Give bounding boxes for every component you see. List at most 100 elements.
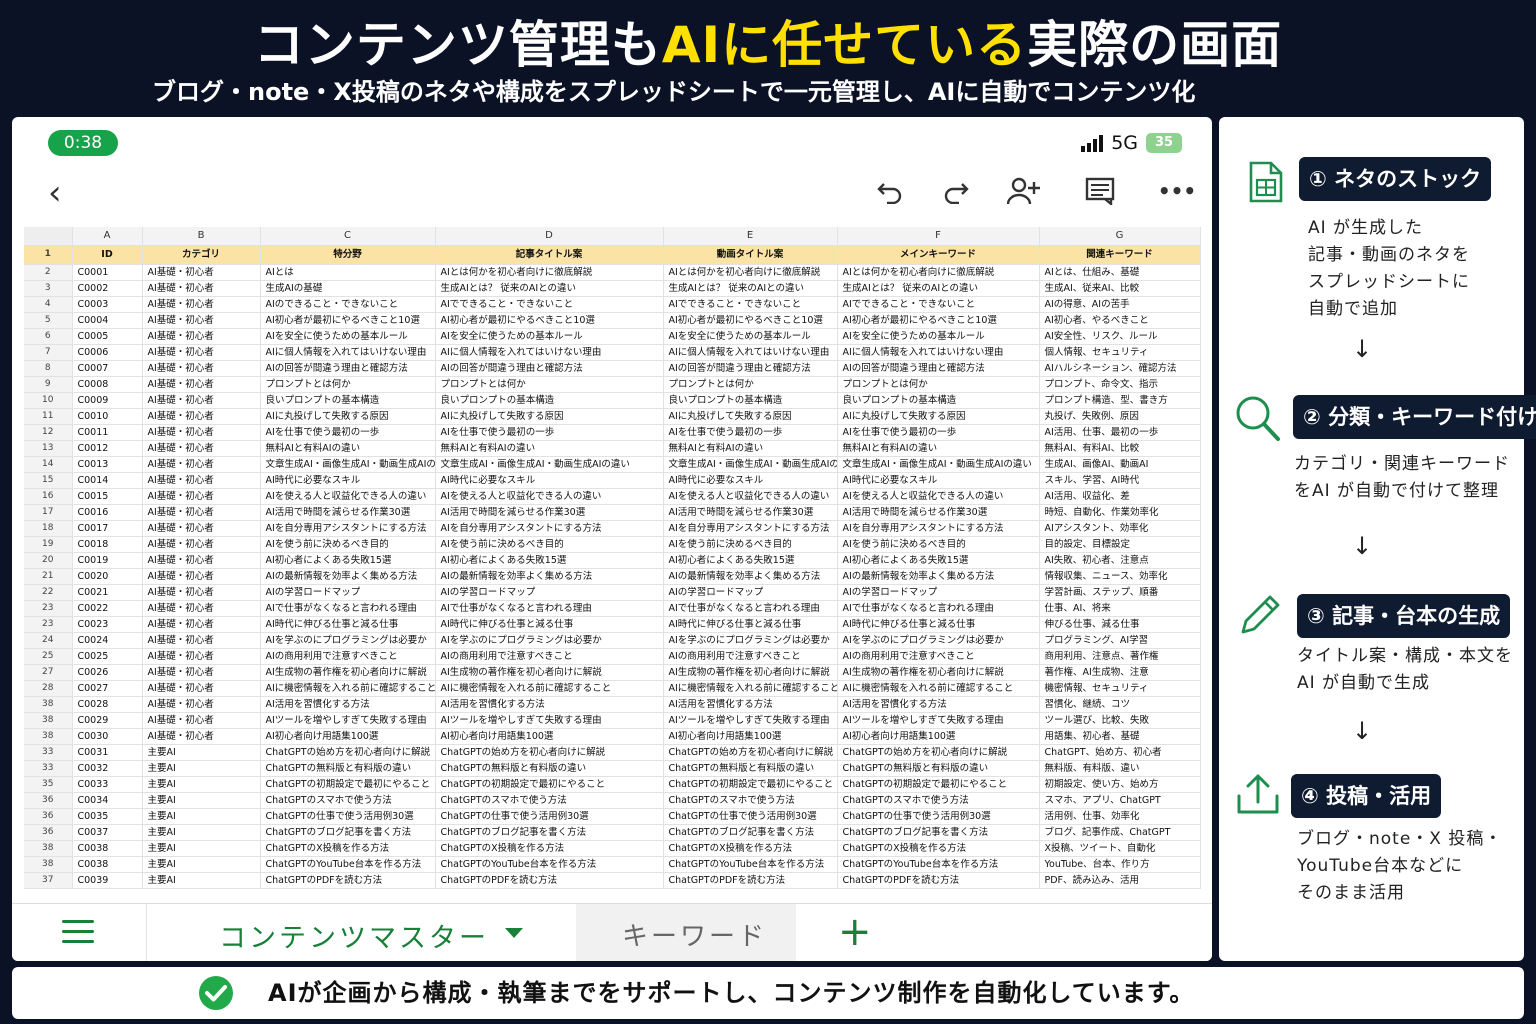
header-cell[interactable]: 関連キーワード xyxy=(1039,245,1201,265)
cell-rel[interactable]: 学習計画、ステップ、順番 xyxy=(1039,584,1201,601)
cell-vid[interactable]: ChatGPTの始め方を初心者向けに解説 xyxy=(663,744,838,761)
cell-main[interactable]: AIの商用利用で注意すべきこと xyxy=(837,648,1040,665)
col-letter[interactable]: E xyxy=(663,227,838,246)
row-number[interactable]: 4 xyxy=(24,296,73,313)
cell-rel[interactable]: AI活用、仕事、最初の一歩 xyxy=(1039,424,1201,441)
cell-vid[interactable]: AIを安全に使うための基本ルール xyxy=(663,328,838,345)
cell-rel[interactable]: AI安全性、リスク、ルール xyxy=(1039,328,1201,345)
cell-art[interactable]: ChatGPTの初期設定で最初にやること xyxy=(435,776,664,793)
cell-tok[interactable]: AI生成物の著作権を初心者向けに解説 xyxy=(260,664,436,681)
cell-art[interactable]: AIに機密情報を入れる前に確認すること xyxy=(435,680,664,697)
row-number[interactable]: 5 xyxy=(24,312,73,329)
cell-art[interactable]: ChatGPTのPDFを読む方法 xyxy=(435,872,664,889)
cell-main[interactable]: AIに機密情報を入れる前に確認すること xyxy=(837,680,1040,697)
cell-tok[interactable]: AIで仕事がなくなると言われる理由 xyxy=(260,600,436,617)
header-cell[interactable]: ID xyxy=(72,245,143,265)
cell-vid[interactable]: ChatGPTのスマホで使う方法 xyxy=(663,792,838,809)
cell-tok[interactable]: AI初心者によくある失敗15選 xyxy=(260,552,436,569)
row-number[interactable]: 35 xyxy=(24,776,73,793)
cell-rel[interactable]: YouTube、台本、作り方 xyxy=(1039,856,1201,873)
cell-cat[interactable]: 主要AI xyxy=(142,760,261,777)
cell-rel[interactable]: 機密情報、セキュリティ xyxy=(1039,680,1201,697)
cell-cat[interactable]: AI基礎・初心者 xyxy=(142,568,261,585)
cell-main[interactable]: プロンプトとは何か xyxy=(837,376,1040,393)
cell-tok[interactable]: 無料AIと有料AIの違い xyxy=(260,440,436,457)
cell-rel[interactable]: 無料版、有料版、違い xyxy=(1039,760,1201,777)
cell-vid[interactable]: AIの回答が間違う理由と確認方法 xyxy=(663,360,838,377)
cell-id[interactable]: C0025 xyxy=(72,648,143,665)
col-letter[interactable]: F xyxy=(837,227,1040,246)
cell-tok[interactable]: AI初心者向け用語集100選 xyxy=(260,728,436,745)
cell-rel[interactable]: 目的設定、目標設定 xyxy=(1039,536,1201,553)
cell-rel[interactable]: PDF、読み込み、活用 xyxy=(1039,872,1201,889)
cell-tok[interactable]: AIの商用利用で注意すべきこと xyxy=(260,648,436,665)
cell-main[interactable]: 無料AIと有料AIの違い xyxy=(837,440,1040,457)
cell-art[interactable]: AIを仕事で使う最初の一歩 xyxy=(435,424,664,441)
cell-art[interactable]: ChatGPTの始め方を初心者向けに解説 xyxy=(435,744,664,761)
cell-vid[interactable]: AIの学習ロードマップ xyxy=(663,584,838,601)
cell-vid[interactable]: ChatGPTの無料版と有料版の違い xyxy=(663,760,838,777)
row-number[interactable]: 38 xyxy=(24,840,73,857)
cell-tok[interactable]: ChatGPTの仕事で使う活用例30選 xyxy=(260,808,436,825)
cell-cat[interactable]: 主要AI xyxy=(142,744,261,761)
back-button[interactable]: ‹ xyxy=(48,173,62,213)
cell-id[interactable]: C0015 xyxy=(72,488,143,505)
row-number[interactable]: 24 xyxy=(24,632,73,649)
cell-cat[interactable]: AI基礎・初心者 xyxy=(142,504,261,521)
cell-rel[interactable]: 情報収集、ニュース、効率化 xyxy=(1039,568,1201,585)
cell-id[interactable]: C0007 xyxy=(72,360,143,377)
cell-tok[interactable]: 良いプロンプトの基本構造 xyxy=(260,392,436,409)
cell-rel[interactable]: ツール選び、比較、失敗 xyxy=(1039,712,1201,729)
row-number[interactable]: 23 xyxy=(24,616,73,633)
cell-cat[interactable]: AI基礎・初心者 xyxy=(142,456,261,473)
cell-tok[interactable]: AIを安全に使うための基本ルール xyxy=(260,328,436,345)
cell-id[interactable]: C0010 xyxy=(72,408,143,425)
row-number[interactable]: 8 xyxy=(24,360,73,377)
row-number[interactable]: 12 xyxy=(24,424,73,441)
cell-vid[interactable]: AI時代に必要なスキル xyxy=(663,472,838,489)
cell-cat[interactable]: AI基礎・初心者 xyxy=(142,312,261,329)
row-number[interactable]: 38 xyxy=(24,856,73,873)
cell-cat[interactable]: 主要AI xyxy=(142,808,261,825)
cell-cat[interactable]: AI基礎・初心者 xyxy=(142,648,261,665)
col-letter[interactable]: D xyxy=(435,227,664,246)
cell-id[interactable]: C0020 xyxy=(72,568,143,585)
cell-art[interactable]: AIを自分専用アシスタントにする方法 xyxy=(435,520,664,537)
cell-vid[interactable]: 文章生成AI・画像生成AI・動画生成AIの違い xyxy=(663,456,838,473)
cell-art[interactable]: AIを学ぶのにプログラミングは必要か xyxy=(435,632,664,649)
cell-id[interactable]: C0011 xyxy=(72,424,143,441)
cell-art[interactable]: AIツールを増やしすぎて失敗する理由 xyxy=(435,712,664,729)
cell-vid[interactable]: AI初心者が最初にやるべきこと10選 xyxy=(663,312,838,329)
row-number[interactable]: 38 xyxy=(24,696,73,713)
row-number[interactable]: 21 xyxy=(24,568,73,585)
cell-art[interactable]: 文章生成AI・画像生成AI・動画生成AIの違い xyxy=(435,456,664,473)
cell-cat[interactable]: 主要AI xyxy=(142,872,261,889)
cell-tok[interactable]: AIを仕事で使う最初の一歩 xyxy=(260,424,436,441)
cell-vid[interactable]: AIで仕事がなくなると言われる理由 xyxy=(663,600,838,617)
cell-main[interactable]: AIを安全に使うための基本ルール xyxy=(837,328,1040,345)
redo-icon[interactable] xyxy=(936,171,976,211)
cell-cat[interactable]: 主要AI xyxy=(142,840,261,857)
cell-id[interactable]: C0031 xyxy=(72,744,143,761)
cell-cat[interactable]: AI基礎・初心者 xyxy=(142,360,261,377)
cell-rel[interactable]: 習慣化、継続、コツ xyxy=(1039,696,1201,713)
cell-id[interactable]: C0027 xyxy=(72,680,143,697)
cell-art[interactable]: AIの学習ロードマップ xyxy=(435,584,664,601)
cell-vid[interactable]: 良いプロンプトの基本構造 xyxy=(663,392,838,409)
undo-icon[interactable] xyxy=(870,171,910,211)
row-number[interactable]: 22 xyxy=(24,584,73,601)
cell-art[interactable]: 良いプロンプトの基本構造 xyxy=(435,392,664,409)
header-cell[interactable]: 動画タイトル案 xyxy=(663,245,838,265)
cell-main[interactable]: AIでできること・できないこと xyxy=(837,296,1040,313)
cell-tok[interactable]: AIツールを増やしすぎて失敗する理由 xyxy=(260,712,436,729)
cell-main[interactable]: ChatGPTの始め方を初心者向けに解説 xyxy=(837,744,1040,761)
cell-cat[interactable]: AI基礎・初心者 xyxy=(142,264,261,281)
cell-id[interactable]: C0004 xyxy=(72,312,143,329)
cell-tok[interactable]: ChatGPTのYouTube台本を作る方法 xyxy=(260,856,436,873)
cell-main[interactable]: AIで仕事がなくなると言われる理由 xyxy=(837,600,1040,617)
cell-id[interactable]: C0023 xyxy=(72,616,143,633)
cell-vid[interactable]: AIの商用利用で注意すべきこと xyxy=(663,648,838,665)
cell-vid[interactable]: AIを学ぶのにプログラミングは必要か xyxy=(663,632,838,649)
cell-vid[interactable]: ChatGPTの初期設定で最初にやること xyxy=(663,776,838,793)
cell-id[interactable]: C0003 xyxy=(72,296,143,313)
